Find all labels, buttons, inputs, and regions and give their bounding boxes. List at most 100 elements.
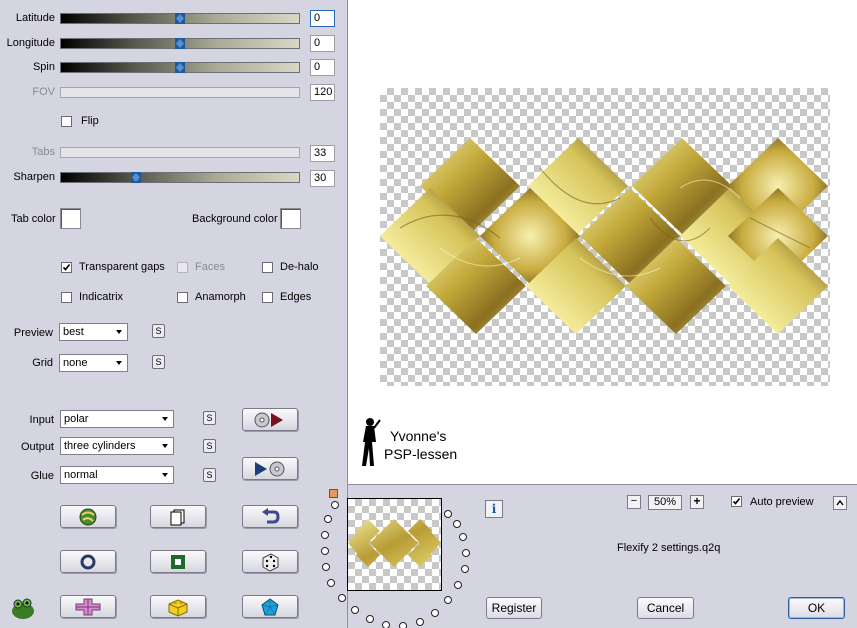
fov-value[interactable]: 120 (310, 84, 335, 101)
watermark-logo (358, 416, 382, 474)
fov-slider[interactable] (60, 87, 300, 98)
glue-value: normal (64, 469, 98, 481)
undo-button[interactable] (242, 505, 298, 528)
zoom-out-button[interactable]: − (627, 495, 641, 509)
loop-button[interactable] (60, 550, 116, 573)
slider-thumb[interactable] (175, 38, 185, 49)
fov-label: FOV (32, 86, 55, 98)
dice-icon (262, 552, 279, 572)
sharpen-value[interactable]: 30 (310, 170, 335, 187)
register-button[interactable]: Register (486, 597, 542, 619)
glue-label: Glue (30, 470, 54, 482)
navigator-thumbnail[interactable] (347, 498, 442, 591)
slider-thumb[interactable] (175, 13, 185, 24)
output-select[interactable]: three cylinders (60, 437, 174, 455)
output-preset-button[interactable]: S (203, 439, 216, 453)
play-disc-icon (255, 461, 285, 476)
auto-preview-label: Auto preview (750, 496, 814, 508)
glue-select[interactable]: normal (60, 466, 174, 484)
input-value: polar (64, 413, 89, 425)
input-preset-button[interactable]: S (203, 411, 216, 425)
latitude-label: Latitude (15, 12, 55, 24)
spin-value[interactable]: 0 (310, 59, 335, 76)
sharpen-label: Sharpen (13, 171, 55, 183)
flip-checkbox[interactable] (61, 116, 72, 127)
glue-preset-button[interactable]: S (203, 468, 216, 482)
edges-label: Edges (280, 291, 312, 303)
indicatrix-label: Indicatrix (79, 291, 124, 303)
dancer-silhouette-icon (362, 418, 381, 466)
collapse-button[interactable] (833, 496, 847, 510)
play-button[interactable] (242, 408, 298, 431)
background-color-swatch[interactable] (280, 208, 301, 229)
tabs-value[interactable]: 33 (310, 145, 335, 162)
latitude-slider[interactable] (60, 13, 300, 24)
preview-area[interactable]: Yvonne's PSP-lessen (348, 0, 857, 485)
latitude-value[interactable]: 0 (310, 10, 335, 27)
flexified-leaf-image (380, 138, 828, 334)
ok-button[interactable]: OK (788, 597, 845, 619)
faces-checkbox[interactable] (177, 262, 188, 273)
frog-logo-icon[interactable] (10, 596, 36, 623)
play-reverse-button[interactable] (242, 457, 298, 480)
cube-button[interactable] (150, 595, 206, 618)
chevron-down-icon (162, 473, 168, 477)
auto-preview-checkbox[interactable] (731, 496, 742, 507)
edges-checkbox[interactable] (262, 292, 273, 303)
globe-icon (79, 508, 97, 525)
chevron-down-icon (162, 417, 168, 421)
zoom-in-button[interactable]: + (690, 495, 704, 509)
dehalo-checkbox[interactable] (262, 262, 273, 273)
disc-play-icon (254, 412, 283, 427)
cross-button[interactable] (60, 595, 116, 618)
sharpen-slider[interactable] (60, 172, 300, 183)
slider-thumb[interactable] (131, 172, 141, 183)
transparent-gaps-checkbox[interactable] (61, 262, 72, 273)
output-value: three cylinders (64, 440, 136, 452)
randomize-button[interactable] (60, 505, 116, 528)
anamorph-checkbox[interactable] (177, 292, 188, 303)
faces-label: Faces (195, 261, 225, 273)
frame-button[interactable] (150, 550, 206, 573)
longitude-slider[interactable] (60, 38, 300, 49)
grid-select[interactable]: none (59, 354, 128, 372)
pentagon-button[interactable] (242, 595, 298, 618)
info-icon[interactable]: i (485, 500, 503, 518)
grid-label: Grid (32, 357, 53, 369)
grid-preset-button[interactable]: S (152, 355, 165, 369)
watermark-line2: PSP-lessen (384, 446, 458, 462)
undo-icon (262, 507, 280, 523)
random-dice-button[interactable] (242, 550, 298, 573)
input-select[interactable]: polar (60, 410, 174, 428)
chevron-down-icon (162, 444, 168, 448)
cancel-button[interactable]: Cancel (637, 597, 694, 619)
chevron-up-icon (836, 499, 844, 506)
spin-slider[interactable] (60, 62, 300, 73)
thumbnail-leaf-image (348, 519, 441, 567)
preview-quality-value: best (63, 326, 84, 338)
preview-preset-button[interactable]: S (152, 324, 165, 338)
longitude-value[interactable]: 0 (310, 35, 335, 52)
cross-shape-icon (75, 598, 101, 615)
zoom-level: 50% (648, 495, 682, 510)
preview-quality-select[interactable]: best (59, 323, 128, 341)
square-frame-icon (171, 554, 185, 569)
input-label: Input (29, 414, 54, 426)
longitude-label: Longitude (6, 37, 55, 49)
grid-value: none (63, 357, 88, 369)
tab-color-label: Tab color (11, 213, 56, 225)
indicatrix-checkbox[interactable] (61, 292, 72, 303)
output-label: Output (20, 441, 54, 453)
transparent-gaps-label: Transparent gaps (79, 261, 165, 273)
background-color-label: Background color (192, 213, 278, 225)
slider-thumb[interactable] (175, 62, 185, 73)
flip-label: Flip (81, 115, 99, 127)
copy-button[interactable] (150, 505, 206, 528)
brick-cube-icon (168, 598, 188, 617)
tabs-slider[interactable] (60, 147, 300, 158)
anamorph-label: Anamorph (195, 291, 246, 303)
preview-label: Preview (13, 327, 53, 339)
spin-label: Spin (32, 61, 55, 73)
tab-color-swatch[interactable] (60, 208, 81, 229)
ring-icon (80, 554, 96, 569)
